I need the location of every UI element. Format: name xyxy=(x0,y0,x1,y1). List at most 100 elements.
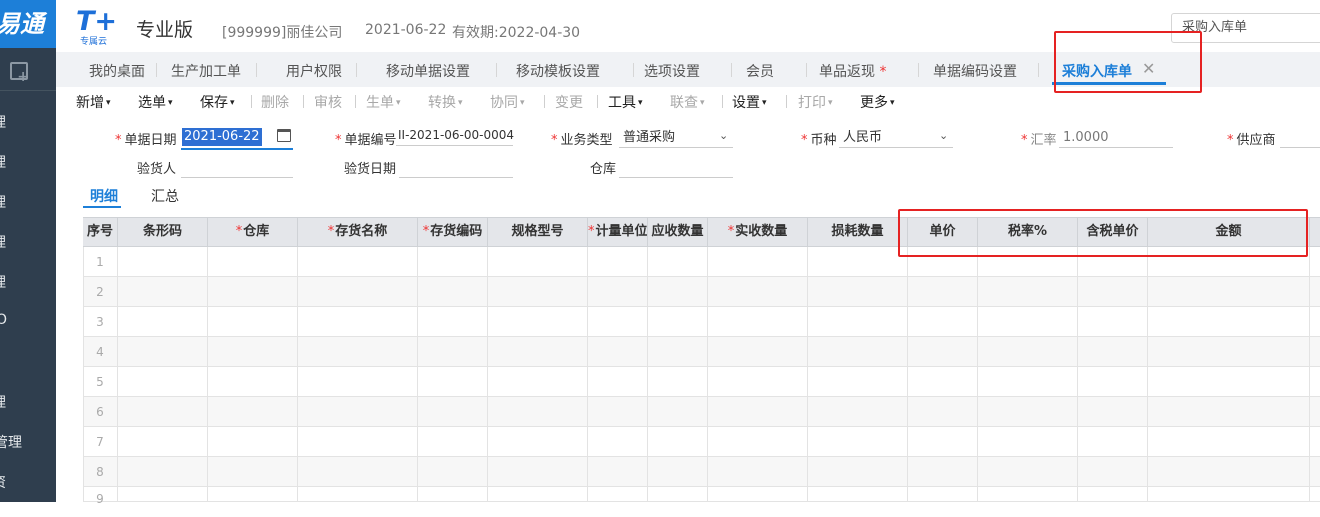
sidebar-item-9[interactable]: 资 xyxy=(0,472,56,492)
toolbar-divider xyxy=(251,95,252,108)
settings-button[interactable]: 设置 ▾ xyxy=(732,92,767,112)
delete-button[interactable]: 删除 xyxy=(261,92,289,112)
table-row[interactable]: 7 xyxy=(83,427,1320,457)
table-row[interactable]: 2 xyxy=(83,277,1320,307)
sidebar-item-6[interactable]: O xyxy=(0,312,56,328)
settings-label: 设置 xyxy=(732,95,760,111)
row-number: 2 xyxy=(96,285,104,299)
col-loss-qty[interactable]: 损耗数量 xyxy=(808,217,908,247)
inspector-input[interactable] xyxy=(181,158,293,178)
required-mark: * xyxy=(727,224,735,239)
col-warehouse[interactable]: *仓库 xyxy=(208,217,298,247)
col-item-name[interactable]: *存货名称 xyxy=(298,217,418,247)
col-received-qty[interactable]: *实收数量 xyxy=(708,217,808,247)
tab-member[interactable]: 会员 xyxy=(746,61,774,81)
doc-date-field[interactable]: 2021-06-22 xyxy=(181,127,293,150)
add-shortcut-icon[interactable] xyxy=(10,62,29,85)
table-row[interactable]: 4 xyxy=(83,337,1320,367)
sidebar-item-3[interactable]: 理 xyxy=(0,192,56,212)
sidebar-item-1[interactable]: 理 xyxy=(0,112,56,132)
col-unit[interactable]: *计量单位 xyxy=(588,217,648,247)
tab-desktop[interactable]: 我的桌面 xyxy=(89,61,145,81)
doc-no-input[interactable]: II-2021-06-00-0004 xyxy=(396,126,514,146)
currency-select[interactable]: 人民币 xyxy=(839,128,953,148)
col-label: 仓库 xyxy=(243,224,270,239)
toolbar-divider xyxy=(544,95,545,108)
query-button[interactable]: 联查 ▾ xyxy=(670,92,705,112)
currency-label: * 币种 xyxy=(801,129,837,148)
biz-type-select[interactable]: 普通采购 xyxy=(619,128,733,148)
row-number: 6 xyxy=(96,405,104,419)
logo-main: T+ xyxy=(76,6,118,37)
collaborate-button[interactable]: 协同 ▾ xyxy=(490,92,525,112)
tools-button[interactable]: 工具 ▾ xyxy=(608,92,643,112)
chevron-down-icon: ▾ xyxy=(520,98,525,108)
grid-line xyxy=(117,247,118,502)
generate-doc-label: 生单 xyxy=(366,95,394,111)
tab-single-cashback[interactable]: 单品返现 * xyxy=(819,61,886,81)
generate-doc-button[interactable]: 生单 ▾ xyxy=(366,92,401,112)
grid-line xyxy=(587,247,588,502)
chevron-down-icon: ▾ xyxy=(458,98,463,108)
change-button[interactable]: 变更 xyxy=(555,92,583,112)
table-row[interactable]: 8 xyxy=(83,457,1320,487)
audit-button[interactable]: 审核 xyxy=(314,92,342,112)
sidebar-item-8[interactable]: 管理 xyxy=(0,432,56,452)
tab-divider xyxy=(496,63,497,77)
table-row[interactable]: 9 xyxy=(83,487,1320,506)
toolbar-divider xyxy=(303,95,304,108)
sidebar-item-5[interactable]: 理 xyxy=(0,272,56,292)
row-number: 1 xyxy=(96,255,104,269)
sidebar-item-7[interactable]: 理 xyxy=(0,392,56,412)
col-label: 存货名称 xyxy=(335,224,388,239)
col-label: 存货编码 xyxy=(430,224,483,239)
table-row[interactable]: 6 xyxy=(83,397,1320,427)
left-sidebar: 易通 理 理 理 理 理 O 理 管理 资 xyxy=(0,0,56,502)
valid-until: 有效期:2022-04-30 xyxy=(452,25,581,41)
more-button[interactable]: 更多 ▾ xyxy=(860,92,895,112)
doc-date-value[interactable]: 2021-06-22 xyxy=(182,128,262,146)
col-spec[interactable]: 规格型号 xyxy=(488,217,588,247)
tab-option-settings[interactable]: 选项设置 xyxy=(644,61,700,81)
chevron-down-icon: ▾ xyxy=(168,98,173,108)
supplier-input[interactable] xyxy=(1280,128,1320,148)
required-mark: * xyxy=(588,224,595,239)
logo-sub: 专属云 xyxy=(80,37,108,47)
rate-input[interactable]: 1.0000 xyxy=(1059,128,1173,148)
chevron-down-icon[interactable]: ⌄ xyxy=(939,129,948,142)
required-mark: * xyxy=(327,224,335,239)
select-doc-button[interactable]: 选单 ▾ xyxy=(138,92,173,112)
subtab-detail[interactable]: 明细 xyxy=(90,186,118,206)
add-button[interactable]: 新增 ▾ xyxy=(76,92,111,112)
add-label: 新增 xyxy=(76,95,104,111)
print-label: 打印 xyxy=(798,95,826,111)
doc-no-label-text: 单据编号 xyxy=(344,133,397,148)
edition-label: 专业版 xyxy=(136,19,194,41)
tab-mobile-doc-settings[interactable]: 移动单据设置 xyxy=(386,61,470,81)
tab-user-permissions[interactable]: 用户权限 xyxy=(286,61,342,81)
calendar-icon[interactable] xyxy=(277,129,291,142)
login-date: 2021-06-22 xyxy=(365,22,447,38)
save-button[interactable]: 保存 ▾ xyxy=(200,92,235,112)
rate-label-text: 汇率 xyxy=(1030,133,1057,148)
required-mark: * xyxy=(1227,133,1234,148)
tab-production-order[interactable]: 生产加工单 xyxy=(171,61,241,81)
col-due-qty[interactable]: 应收数量 xyxy=(648,217,708,247)
sidebar-item-2[interactable]: 理 xyxy=(0,152,56,172)
tools-label: 工具 xyxy=(608,95,636,111)
tab-doc-code-settings[interactable]: 单据编码设置 xyxy=(933,61,1017,81)
tab-mobile-template-settings[interactable]: 移动模板设置 xyxy=(516,61,600,81)
col-barcode[interactable]: 条形码 xyxy=(118,217,208,247)
col-item-code[interactable]: *存货编码 xyxy=(418,217,488,247)
company-name[interactable]: [999999]丽佳公司 xyxy=(222,22,342,42)
convert-button[interactable]: 转换 ▾ xyxy=(428,92,463,112)
subtab-summary[interactable]: 汇总 xyxy=(151,186,179,206)
table-row[interactable]: 5 xyxy=(83,367,1320,397)
toolbar-divider xyxy=(722,95,723,108)
sidebar-item-4[interactable]: 理 xyxy=(0,232,56,252)
print-button[interactable]: 打印 ▾ xyxy=(798,92,833,112)
warehouse-input[interactable] xyxy=(619,158,733,178)
table-row[interactable]: 3 xyxy=(83,307,1320,337)
inspect-date-input[interactable] xyxy=(399,158,513,178)
chevron-down-icon[interactable]: ⌄ xyxy=(719,129,728,142)
